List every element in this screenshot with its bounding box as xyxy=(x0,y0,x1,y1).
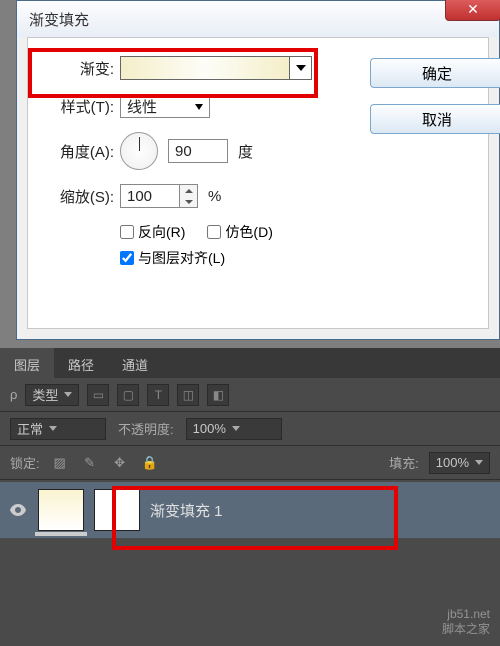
chevron-down-icon xyxy=(232,426,240,431)
chevron-up-icon xyxy=(185,189,193,193)
style-select[interactable]: 线性 xyxy=(120,94,210,118)
tab-layers[interactable]: 图层 xyxy=(0,348,54,378)
layer-thumbnail[interactable] xyxy=(38,489,84,531)
chevron-down-icon xyxy=(296,65,306,71)
lock-all-icon[interactable]: 🔒 xyxy=(140,453,160,473)
scale-stepper[interactable] xyxy=(180,184,198,208)
align-checkbox[interactable]: 与图层对齐(L) xyxy=(120,248,225,268)
fill-input[interactable]: 100% xyxy=(429,452,490,474)
fill-label: 填充: xyxy=(389,453,419,472)
style-label: 样式(T): xyxy=(42,96,114,117)
tab-paths[interactable]: 路径 xyxy=(54,348,108,378)
lock-transparency-icon[interactable]: ▨ xyxy=(50,453,70,473)
close-button[interactable]: ✕ xyxy=(445,0,500,21)
cancel-button[interactable]: 取消 xyxy=(370,104,500,134)
angle-input[interactable]: 90 xyxy=(168,139,228,163)
filter-pixel-icon[interactable]: ▭ xyxy=(87,384,109,406)
chevron-down-icon xyxy=(195,104,203,110)
dither-checkbox[interactable]: 仿色(D) xyxy=(207,222,272,242)
lock-label: 锁定: xyxy=(10,453,40,472)
dialog-titlebar[interactable]: 渐变填充 xyxy=(17,1,499,37)
layer-row[interactable]: 渐变填充 1 xyxy=(0,482,500,538)
layer-mask-thumbnail[interactable] xyxy=(94,489,140,531)
gradient-fill-dialog: 渐变填充 ✕ 渐变: 样式(T): 线性 角度(A): 90 度 缩放(S): … xyxy=(16,0,500,340)
scale-label: 缩放(S): xyxy=(42,186,114,207)
filter-shape-icon[interactable]: ◫ xyxy=(177,384,199,406)
scale-unit: % xyxy=(208,188,221,205)
filter-smart-icon[interactable]: ◧ xyxy=(207,384,229,406)
angle-unit: 度 xyxy=(238,141,253,162)
eye-icon xyxy=(10,504,26,516)
filter-adjust-icon[interactable]: ▢ xyxy=(117,384,139,406)
gradient-preview[interactable] xyxy=(120,56,290,80)
opacity-label: 不透明度: xyxy=(118,419,174,438)
watermark: jb51.net 脚本之家 xyxy=(442,607,490,638)
gradient-dropdown-button[interactable] xyxy=(290,56,312,80)
reverse-checkbox[interactable]: 反向(R) xyxy=(120,222,185,242)
lock-row: 锁定: ▨ ✎ ✥ 🔒 填充: 100% xyxy=(0,446,500,480)
chevron-down-icon xyxy=(185,200,193,204)
scale-input[interactable]: 100 xyxy=(120,184,180,208)
style-value: 线性 xyxy=(127,96,157,117)
angle-label: 角度(A): xyxy=(42,141,114,162)
chevron-down-icon xyxy=(475,460,483,465)
panel-tabs: 图层 路径 通道 xyxy=(0,348,500,378)
opacity-input[interactable]: 100% xyxy=(186,418,282,440)
blend-row: 正常 不透明度: 100% xyxy=(0,412,500,446)
gradient-label: 渐变: xyxy=(42,58,114,79)
lock-paint-icon[interactable]: ✎ xyxy=(80,453,100,473)
filter-type-icon[interactable]: T xyxy=(147,384,169,406)
ok-button[interactable]: 确定 xyxy=(370,58,500,88)
blend-mode-select[interactable]: 正常 xyxy=(10,418,106,440)
chevron-down-icon xyxy=(49,426,57,431)
layers-panel: 图层 路径 通道 ρ 类型 ▭ ▢ T ◫ ◧ 正常 不透明度: 100% 锁定… xyxy=(0,348,500,646)
chevron-down-icon xyxy=(64,392,72,397)
lock-position-icon[interactable]: ✥ xyxy=(110,453,130,473)
layer-name[interactable]: 渐变填充 1 xyxy=(150,500,223,521)
dialog-title: 渐变填充 xyxy=(29,9,89,30)
filter-row: ρ 类型 ▭ ▢ T ◫ ◧ xyxy=(0,378,500,412)
tab-channels[interactable]: 通道 xyxy=(108,348,162,378)
filter-kind-select[interactable]: 类型 xyxy=(25,384,79,406)
visibility-toggle[interactable] xyxy=(8,500,28,520)
angle-wheel[interactable] xyxy=(120,132,158,170)
